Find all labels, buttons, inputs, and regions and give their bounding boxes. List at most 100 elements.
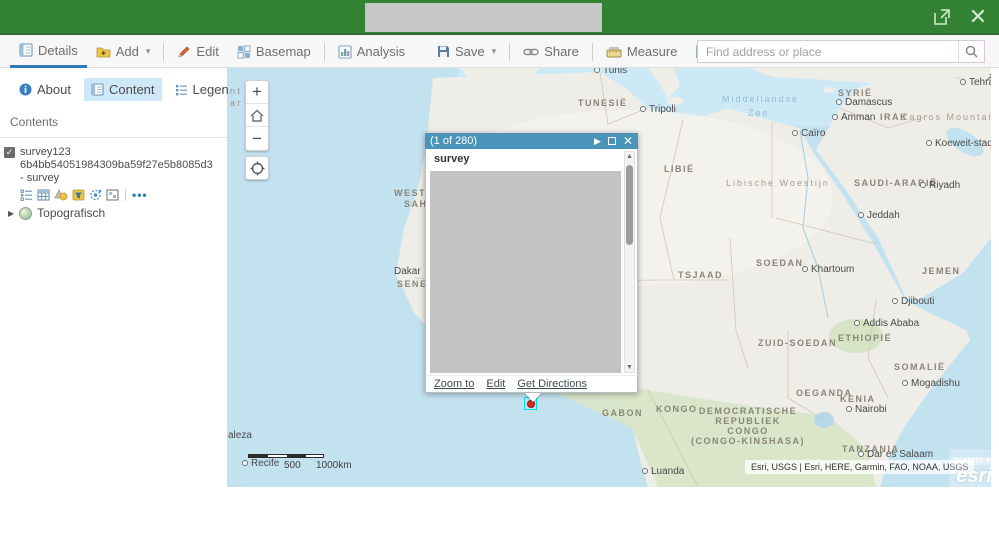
scale-bar: 500 1000km xyxy=(248,454,324,458)
scroll-down-icon[interactable]: ▼ xyxy=(625,364,634,371)
basemap-layer-label: Topografisch xyxy=(37,206,105,220)
tab-content[interactable]: Content xyxy=(84,78,162,101)
show-legend-icon[interactable] xyxy=(20,189,33,201)
scale-mid-label: 500 xyxy=(284,460,301,471)
app-header: ✕ xyxy=(0,0,999,35)
toolbar: Details Add ▾ Edit Basemap xyxy=(0,35,999,68)
popup-pointer-notch xyxy=(525,393,541,402)
save-floppy-icon xyxy=(437,45,450,58)
search-input[interactable] xyxy=(698,41,958,62)
basemap-layer-item[interactable]: ▶ Topografisch xyxy=(8,206,227,220)
expand-arrow-icon[interactable]: ▶ xyxy=(8,209,14,218)
zoom-out-button[interactable]: − xyxy=(246,127,268,150)
zoom-controls: + − xyxy=(245,80,269,151)
contents-heading: Contents xyxy=(0,109,227,137)
basemap-button[interactable]: Basemap xyxy=(228,35,320,68)
legend-list-icon xyxy=(175,84,188,96)
scrollbar-thumb[interactable] xyxy=(626,165,633,245)
search-box xyxy=(697,40,985,63)
analysis-button[interactable]: Analysis xyxy=(329,35,414,68)
more-options-button[interactable]: ••• xyxy=(132,188,148,202)
maximize-icon[interactable] xyxy=(608,137,616,145)
info-icon xyxy=(19,83,32,96)
find-my-location-button[interactable] xyxy=(245,156,269,180)
divider xyxy=(125,189,126,201)
perform-analysis-icon[interactable] xyxy=(106,189,119,201)
feature-popup: (1 of 280) ▶ ✕ survey ▲ ▼ Zoom to xyxy=(425,133,638,393)
map-canvas[interactable]: n ta rTunisTUNESIËTripoliMiddellandseZee… xyxy=(228,68,999,487)
layer-name-line2[interactable]: 6b4bb54051984309ba59f27e5b8085d3 xyxy=(20,159,221,172)
toolbar-divider xyxy=(592,43,593,61)
popup-header[interactable]: (1 of 280) ▶ ✕ xyxy=(425,133,638,149)
content-page-icon xyxy=(91,83,104,96)
basemap-grid-icon xyxy=(237,45,251,59)
edit-pencil-icon xyxy=(177,45,191,59)
tab-about-label: About xyxy=(37,82,71,97)
zoom-in-button[interactable]: + xyxy=(246,81,268,104)
share-button[interactable]: Share xyxy=(514,35,588,68)
popup-body: survey ▲ ▼ xyxy=(425,149,638,375)
map-attribution: Esri, USGS | Esri, HERE, Garmin, FAO, NO… xyxy=(745,460,974,474)
layer-checkbox[interactable]: ✓ xyxy=(4,147,15,158)
window-edge xyxy=(991,68,999,487)
powered-by-label: POWERED BY xyxy=(951,457,996,465)
change-style-icon[interactable] xyxy=(54,189,68,201)
details-label: Details xyxy=(38,43,78,58)
details-icon xyxy=(19,43,33,57)
globe-icon xyxy=(19,207,32,220)
redacted-popup-content xyxy=(430,171,621,373)
home-button[interactable] xyxy=(246,104,268,127)
add-label: Add xyxy=(116,44,139,59)
scale-bar-line xyxy=(248,454,324,458)
tab-about[interactable]: About xyxy=(12,78,78,101)
layer-name-line1[interactable]: survey123 xyxy=(20,146,221,159)
locate-icon xyxy=(250,161,265,176)
measure-label: Measure xyxy=(627,44,678,59)
share-label: Share xyxy=(544,44,579,59)
edit-link[interactable]: Edit xyxy=(486,378,505,390)
edit-button[interactable]: Edit xyxy=(168,35,227,68)
show-table-icon[interactable] xyxy=(37,189,50,201)
filter-icon[interactable] xyxy=(72,189,85,201)
analysis-label: Analysis xyxy=(357,44,405,59)
add-icon xyxy=(96,45,111,58)
map-viewer-app: ✕ Details Add ▾ Edi xyxy=(0,0,999,487)
share-link-icon xyxy=(523,47,539,57)
popup-counter: (1 of 280) xyxy=(430,135,587,147)
chevron-down-icon: ▾ xyxy=(492,46,497,57)
cluster-points-icon[interactable] xyxy=(89,189,102,201)
popup-footer: Zoom to Edit Get Directions xyxy=(425,375,638,393)
scroll-up-icon[interactable]: ▲ xyxy=(625,153,634,160)
next-feature-icon[interactable]: ▶ xyxy=(594,133,601,149)
popup-close-icon[interactable]: ✕ xyxy=(623,133,633,149)
get-directions-link[interactable]: Get Directions xyxy=(517,378,587,390)
save-label: Save xyxy=(455,44,485,59)
layer-name-line3[interactable]: - survey xyxy=(20,172,221,185)
scale-end-label: 1000km xyxy=(316,460,352,471)
analysis-icon xyxy=(338,45,352,59)
add-button[interactable]: Add ▾ xyxy=(87,35,160,68)
toolbar-divider xyxy=(324,43,325,61)
popup-title: survey xyxy=(434,153,469,165)
home-icon xyxy=(250,109,264,122)
popup-scrollbar[interactable]: ▲ ▼ xyxy=(624,151,635,373)
open-in-new-icon[interactable] xyxy=(929,4,955,30)
basemap-label: Basemap xyxy=(256,44,311,59)
measure-button[interactable]: Measure xyxy=(597,35,687,68)
close-icon[interactable]: ✕ xyxy=(965,4,991,30)
layer-actions: ••• xyxy=(20,188,227,202)
edit-label: Edit xyxy=(196,44,218,59)
toolbar-divider xyxy=(163,43,164,61)
divider xyxy=(0,137,227,138)
details-button[interactable]: Details xyxy=(10,35,87,68)
search-icon[interactable] xyxy=(958,41,984,62)
zoom-to-link[interactable]: Zoom to xyxy=(434,378,474,390)
measure-ruler-icon xyxy=(606,46,622,58)
redacted-title-block xyxy=(365,3,602,32)
chevron-down-icon: ▾ xyxy=(146,46,151,57)
contents-panel: About Content Legend ◀ Contents xyxy=(0,68,228,487)
toolbar-divider xyxy=(509,43,510,61)
layer-item-survey123: ✓ survey123 6b4bb54051984309ba59f27e5b80… xyxy=(0,146,227,185)
tab-content-label: Content xyxy=(109,82,155,97)
save-button[interactable]: Save ▾ xyxy=(428,35,505,68)
